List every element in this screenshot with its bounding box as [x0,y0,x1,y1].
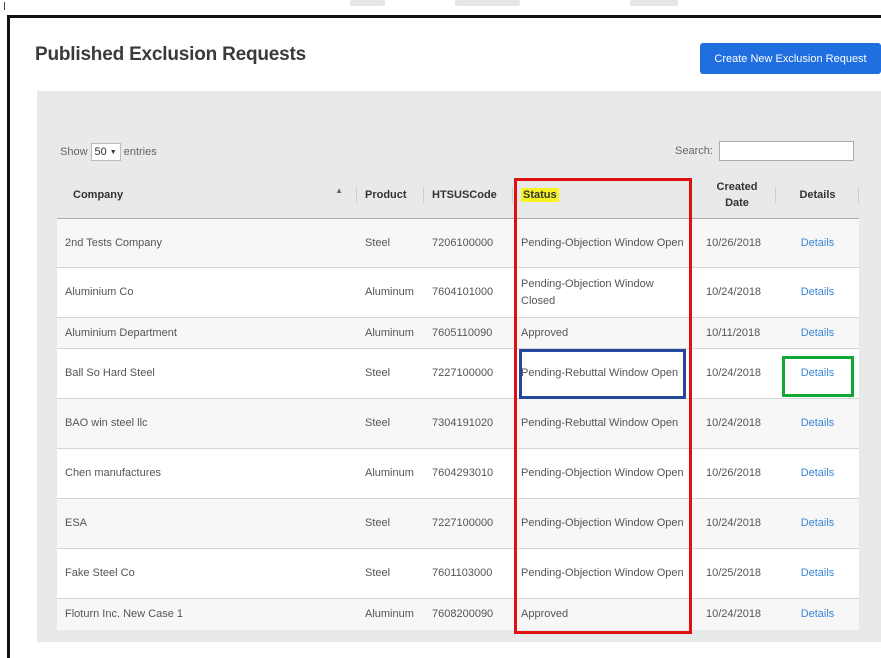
product-cell: Aluminum [357,598,424,630]
column-header-company[interactable]: Company ▲ [57,172,357,219]
status-cell: Pending-Objection Window Open [513,218,698,268]
show-label: Show [60,146,88,158]
details-header-label: Details [799,189,836,201]
status-cell: Approved [513,598,698,630]
table-row: Aluminium Co Aluminum 7604101000 Pending… [57,267,859,318]
product-cell: Steel [357,398,424,449]
sort-ascending-icon: ▲ [335,186,343,195]
product-cell: Steel [357,548,424,599]
blurred-tab [350,0,385,6]
status-cell: Pending-Objection Window Open [513,448,698,499]
company-cell: Aluminium Co [57,267,357,318]
company-cell: BAO win steel llc [57,398,357,449]
created-date-cell: 10/24/2018 [698,598,776,630]
column-header-created-date[interactable]: Created Date [698,172,776,219]
product-header-label: Product [365,189,407,201]
company-cell: Ball So Hard Steel [57,348,357,399]
details-link[interactable]: Details [776,448,859,499]
htsus-cell: 7304191020 [424,398,513,449]
status-cell: Pending-Objection Window Closed [513,267,698,318]
search-control: Search: [675,141,854,161]
htsus-cell: 7206100000 [424,218,513,268]
company-cell: Fake Steel Co [57,548,357,599]
table-row: BAO win steel llc Steel 7304191020 Pendi… [57,398,859,449]
htsus-cell: 7601103000 [424,548,513,599]
details-link[interactable]: Details [776,598,859,630]
column-header-htsuscode[interactable]: HTSUSCode [424,172,513,219]
status-cell: Approved [513,317,698,349]
column-header-details[interactable]: Details [776,172,859,219]
htsus-cell: 7604101000 [424,267,513,318]
product-cell: Steel [357,498,424,549]
details-link[interactable]: Details [776,218,859,268]
status-cell: Pending-Objection Window Open [513,548,698,599]
created-date-cell: 10/24/2018 [698,267,776,318]
blurred-tab [630,0,678,6]
table-row: Ball So Hard Steel Steel 7227100000 Pend… [57,348,859,399]
product-cell: Aluminum [357,448,424,499]
search-input[interactable] [718,141,854,161]
table-row: Aluminium Department Aluminum 7605110090… [57,317,859,349]
company-cell: Chen manufactures [57,448,357,499]
details-link[interactable]: Details [776,317,859,349]
htsus-cell: 7604293010 [424,448,513,499]
table-row: Floturn Inc. New Case 1 Aluminum 7608200… [57,598,859,630]
blurred-tab [455,0,520,6]
status-cell: Pending-Rebuttal Window Open [513,398,698,449]
status-cell: Pending-Rebuttal Window Open [513,348,698,399]
created-date-cell: 10/26/2018 [698,448,776,499]
details-link[interactable]: Details [776,267,859,318]
column-separator [858,187,859,203]
table-row: Fake Steel Co Steel 7601103000 Pending-O… [57,548,859,599]
details-link[interactable]: Details [776,398,859,449]
company-cell: Aluminium Department [57,317,357,349]
page-title: Published Exclusion Requests [35,44,307,65]
search-label: Search: [675,145,713,157]
created-date-cell: 10/24/2018 [698,498,776,549]
table-row: Chen manufactures Aluminum 7604293010 Pe… [57,448,859,499]
product-cell: Steel [357,348,424,399]
product-cell: Aluminum [357,317,424,349]
details-link[interactable]: Details [776,548,859,599]
column-header-status[interactable]: Status [513,172,698,219]
htsus-cell: 7227100000 [424,498,513,549]
exclusion-requests-table: Company ▲ Product HTSUSCode Status Creat… [57,172,859,630]
htsus-header-label: HTSUSCode [432,189,497,201]
company-cell: Floturn Inc. New Case 1 [57,598,357,630]
cursor-mark [4,2,5,10]
entries-label: entries [123,146,157,158]
entries-select[interactable]: 50 ▼ [90,143,121,161]
show-entries-control: Show 50 ▼ entries [60,143,157,161]
column-header-product[interactable]: Product [357,172,424,219]
company-header-label: Company [73,189,124,201]
table-row: ESA Steel 7227100000 Pending-Objection W… [57,498,859,549]
htsus-cell: 7605110090 [424,317,513,349]
table-header-row: Company ▲ Product HTSUSCode Status Creat… [57,172,859,219]
table-row: 2nd Tests Company Steel 7206100000 Pendi… [57,218,859,268]
status-cell: Pending-Objection Window Open [513,498,698,549]
details-link[interactable]: Details [776,348,859,399]
created-header-label: Created Date [716,181,758,209]
created-date-cell: 10/25/2018 [698,548,776,599]
product-cell: Steel [357,218,424,268]
company-cell: 2nd Tests Company [57,218,357,268]
created-date-cell: 10/11/2018 [698,317,776,349]
product-cell: Aluminum [357,267,424,318]
created-date-cell: 10/24/2018 [698,348,776,399]
caret-down-icon: ▼ [109,148,117,156]
htsus-cell: 7227100000 [424,348,513,399]
created-date-cell: 10/26/2018 [698,218,776,268]
top-strip [0,0,881,10]
company-cell: ESA [57,498,357,549]
htsus-cell: 7608200090 [424,598,513,630]
entries-value: 50 [94,146,107,158]
details-link[interactable]: Details [776,498,859,549]
create-exclusion-request-button[interactable]: Create New Exclusion Request [700,43,881,74]
created-date-cell: 10/24/2018 [698,398,776,449]
status-header-label: Status [521,188,559,202]
